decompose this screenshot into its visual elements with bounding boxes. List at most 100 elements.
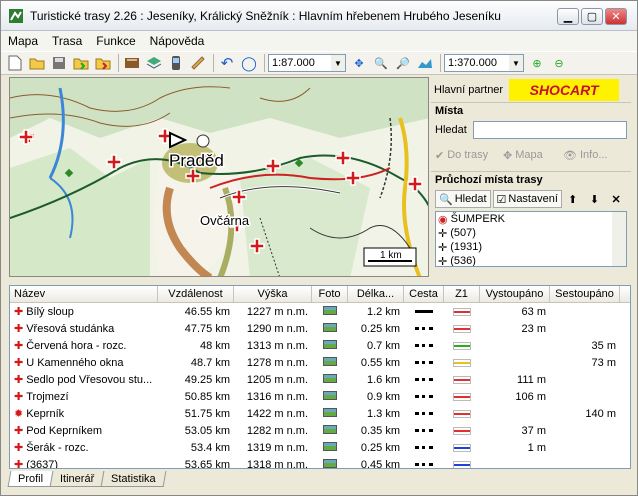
tab-itinerar[interactable]: Itinerář [49, 471, 105, 487]
cell-text: Červená hora - rozc. [26, 340, 127, 352]
table-row[interactable]: ✹ Keprník 51.75 km 1422 m n.m. 1.3 km 140 m [10, 405, 630, 422]
show-map-button[interactable]: ✥ Mapa [503, 145, 559, 165]
minimize-button[interactable]: ▁ [557, 8, 579, 25]
column-header[interactable]: Výška [234, 286, 312, 302]
cell-path [404, 408, 444, 420]
table-row[interactable]: ✚ Šerák - rozc. 53.4 km 1319 m n.m. 0.25 km 1… [10, 439, 630, 456]
table-row[interactable]: ✚ U Kamenného okna 48.7 km 1278 m n.m. 0.55 … [10, 354, 630, 371]
route-list-scrollbar[interactable] [612, 212, 626, 266]
cell-photo [312, 305, 348, 318]
menu-trasa[interactable]: Trasa [45, 34, 89, 48]
table-row[interactable]: ✚ Bílý sloup 46.55 km 1227 m n.m. 1.2 km 63 m [10, 303, 630, 320]
cell-ascent: 23 m [521, 322, 546, 335]
map-label-hut: Ovčárna [200, 213, 250, 228]
cell-descent: 140 m [585, 407, 616, 420]
crossroad-icon: ✛ [438, 255, 448, 267]
places-title: Místa [435, 105, 464, 117]
new-file-icon [8, 55, 22, 71]
move-icon: ✥ [503, 149, 513, 162]
zoom-out-icon: 🔎 [396, 57, 410, 70]
column-header[interactable]: Název [10, 286, 158, 302]
cell-altitude: 1313 m n.m. [246, 339, 308, 352]
list-item[interactable]: ✛ (1931) [436, 240, 626, 254]
table-row[interactable]: ✚ Vřesová studánka 47.75 km 1290 m n.m. 0.25… [10, 320, 630, 337]
column-header[interactable]: Vystoupáno [480, 286, 550, 302]
zoom-in-button[interactable]: 🔍 [371, 53, 391, 73]
map-view[interactable]: Praděd Ovčárna 1 km [9, 77, 429, 277]
cell-ascent: 111 m [517, 373, 546, 386]
route-search-button[interactable]: 🔍 Hledat [435, 190, 491, 208]
table-row[interactable]: ✚ Červená hora - rozc. 48 km 1313 m n.m. 0.7… [10, 337, 630, 354]
ruler-button[interactable] [188, 53, 208, 73]
column-header[interactable]: Foto [312, 286, 348, 302]
table-row[interactable]: ✚ Sedlo pod Vřesovou stu... 49.25 km 1205 m… [10, 371, 630, 388]
redo-button[interactable]: ◯ [239, 53, 259, 73]
route-settings-button[interactable]: ☑ Nastavení [492, 190, 562, 208]
route-list[interactable]: ◉ ŠUMPERK ✛ (507) ✛ (1931) ✛ (536) [435, 211, 627, 267]
undo-icon: ↶ [220, 55, 234, 72]
column-header[interactable]: Vzdálenost [158, 286, 234, 302]
profile-button[interactable] [415, 53, 435, 73]
ruler-icon [191, 56, 205, 70]
cell-name: ✚ Pod Keprníkem [10, 424, 158, 437]
column-header[interactable]: Sestoupáno [550, 286, 620, 302]
toolbar-separator [118, 54, 119, 72]
cell-mark [444, 459, 480, 469]
zoom-in-button-2[interactable]: ⊕ [527, 53, 547, 73]
layers-button[interactable] [144, 53, 164, 73]
cell-name: ✹ Keprník [10, 407, 158, 420]
table-row[interactable]: ✚ Pod Keprníkem 53.05 km 1282 m n.m. 0.35 km… [10, 422, 630, 439]
partner-logo[interactable]: SHOCART [509, 78, 620, 101]
cell-text: Bílý sloup [26, 306, 74, 318]
cell-distance: 53.05 km [184, 424, 230, 437]
zoom-out-button-2[interactable]: ⊖ [549, 53, 569, 73]
new-button[interactable] [5, 53, 25, 73]
save-button[interactable] [49, 53, 69, 73]
book-button[interactable] [122, 53, 142, 73]
menu-funkce[interactable]: Funkce [89, 34, 142, 48]
export-button[interactable] [93, 53, 113, 73]
table-row[interactable]: ✚ Trojmezí 50.85 km 1316 m n.m. 0.9 km 106 m [10, 388, 630, 405]
list-item[interactable]: ◉ ŠUMPERK [436, 212, 626, 226]
info-button[interactable]: 👁 Info... [563, 145, 627, 165]
check-icon: ✔ [435, 149, 445, 162]
column-header[interactable]: Z1 [444, 286, 480, 302]
column-header[interactable]: Cesta [404, 286, 444, 302]
path-type-icon [415, 378, 433, 382]
topo-map[interactable]: Praděd Ovčárna 1 km [10, 78, 429, 277]
minimize-icon: ▁ [563, 11, 573, 23]
menu-napoveda[interactable]: Nápověda [143, 34, 212, 48]
cell-path [404, 425, 444, 437]
scale-select-2[interactable]: 1:370.000 ▼ [444, 54, 524, 72]
cell-length: 0.35 km [360, 424, 400, 437]
move-up-button[interactable]: ⬆ [564, 189, 582, 209]
menu-mapa[interactable]: Mapa [1, 34, 45, 48]
cross-marker-icon: ✚ [14, 442, 24, 454]
maximize-button[interactable]: ▢ [581, 8, 603, 25]
photo-icon [323, 373, 337, 383]
gps-button[interactable] [166, 53, 186, 73]
photo-icon [323, 424, 337, 434]
tab-statistika[interactable]: Statistika [100, 471, 167, 487]
column-header[interactable]: Délka... [348, 286, 404, 302]
cell-descent: 73 m [591, 356, 616, 369]
book-icon [125, 58, 139, 68]
scale-select-1[interactable]: 1:87.000 ▼ [268, 54, 346, 72]
table-row[interactable]: ✚ (3637) 53.65 km 1318 m n.m. 0.45 km [10, 456, 630, 469]
pan-button[interactable]: ✥ [349, 53, 369, 73]
trail-mark-icon [454, 376, 470, 383]
move-down-button[interactable]: ⬇ [586, 189, 604, 209]
undo-button[interactable]: ↶ [217, 53, 237, 73]
list-item[interactable]: ✛ (507) [436, 226, 626, 240]
cell-distance: 53.65 km [184, 458, 230, 469]
cell-altitude: 1282 m n.m. [246, 424, 308, 437]
open-button[interactable] [27, 53, 47, 73]
tab-profil[interactable]: Profil [7, 471, 54, 487]
list-item[interactable]: ✛ (536) [436, 254, 626, 267]
delete-button[interactable]: ✕ [607, 189, 625, 209]
search-input[interactable] [472, 121, 627, 139]
close-button[interactable]: ✕ [605, 8, 627, 25]
add-to-route-button[interactable]: ✔ Do trasy [435, 145, 499, 165]
import-button[interactable] [71, 53, 91, 73]
zoom-out-button[interactable]: 🔎 [393, 53, 413, 73]
